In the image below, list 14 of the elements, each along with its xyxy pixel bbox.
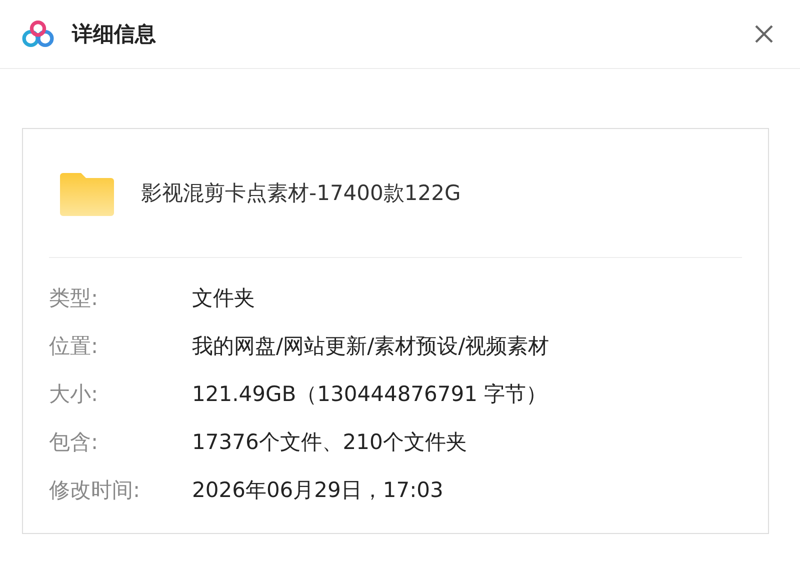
logo-icon [20,19,56,49]
detail-label: 修改时间: [49,477,142,504]
close-icon [754,24,774,44]
detail-value: 17376个文件、210个文件夹 [192,429,467,456]
detail-label: 类型: [49,285,100,312]
detail-value: 文件夹 [192,285,255,312]
detail-label: 包含: [49,429,100,456]
detail-value: 2026年06月29日，17:03 [192,477,444,504]
detail-label: 位置: [49,333,100,360]
detail-value: 121.49GB（130444876791 字节） [192,381,548,408]
window-title: 详细信息 [72,21,157,48]
detail-label: 大小: [49,381,100,408]
folder-name: 影视混剪卡点素材-17400款122G [141,180,461,207]
detail-value: 我的网盘/网站更新/素材预设/视频素材 [192,333,550,360]
